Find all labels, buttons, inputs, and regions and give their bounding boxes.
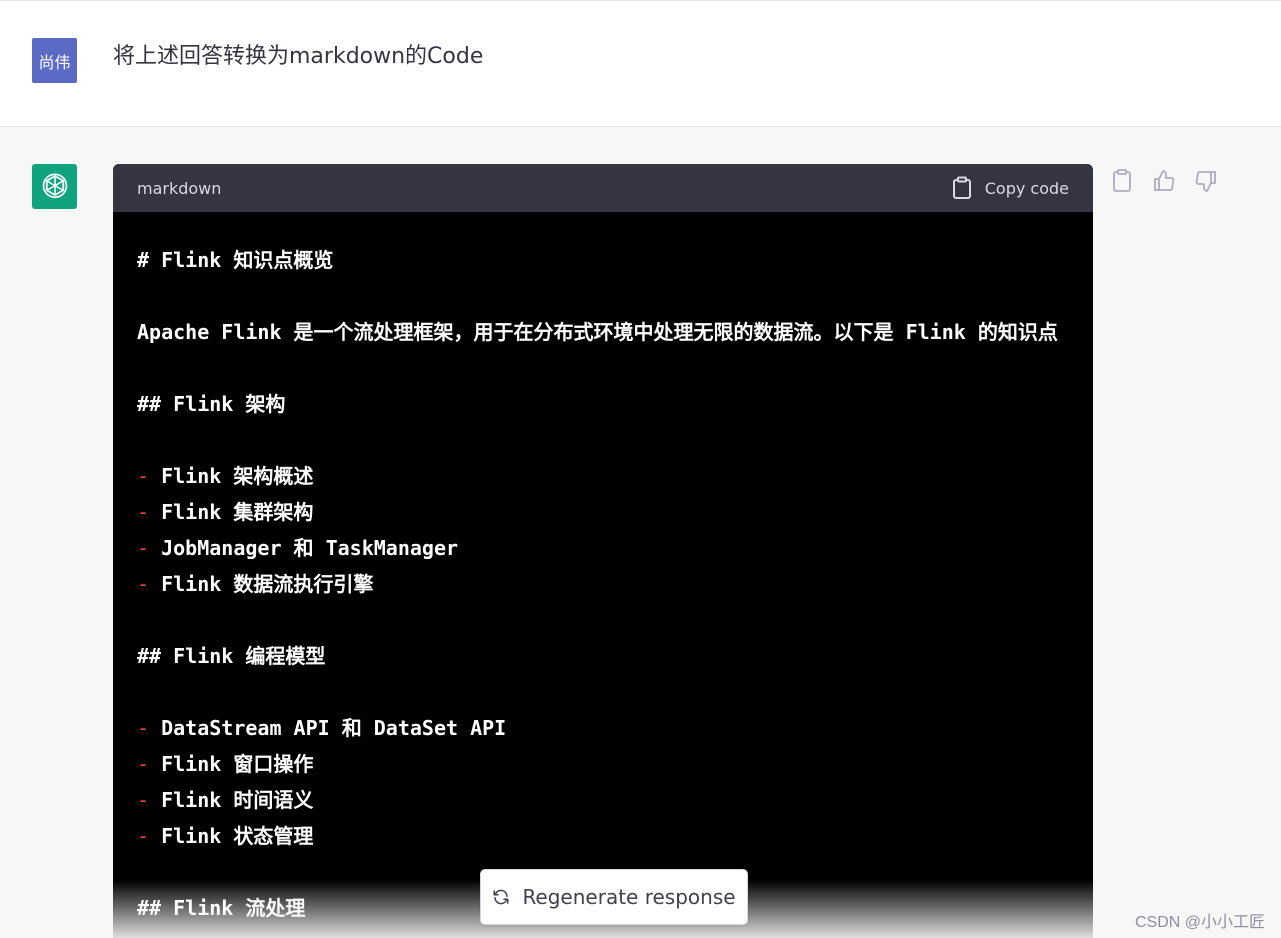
code-line: Apache Flink 是一个流处理框架，用于在分布式环境中处理无限的数据流。… [137, 314, 1069, 350]
code-line-text: # Flink 知识点概览 [137, 248, 334, 272]
code-language-label: markdown [137, 178, 222, 198]
thumbs-up-icon [1154, 170, 1175, 191]
code-block: markdown Copy code # Flink 知识点概览 Apache F… [113, 164, 1093, 938]
code-line: ## Flink 编程模型 [137, 638, 1069, 674]
code-line: # Flink 知识点概览 [137, 242, 1069, 278]
list-dash: - [137, 572, 150, 596]
csdn-watermark: CSDN @小小工匠 [1134, 914, 1265, 931]
list-dash: - [137, 824, 150, 848]
code-line: - Flink 时间语义 [137, 782, 1069, 818]
code-line: - Flink 数据流执行引擎 [137, 566, 1069, 602]
code-line-text: Flink 窗口操作 [149, 752, 314, 776]
thumbs-up-button[interactable] [1152, 168, 1176, 194]
openai-logo-icon [42, 172, 67, 198]
code-line-text: Flink 状态管理 [149, 824, 314, 848]
copy-message-button[interactable] [1110, 168, 1134, 194]
code-content: # Flink 知识点概览 Apache Flink 是一个流处理框架，用于在分布… [113, 212, 1093, 926]
code-line: - Flink 集群架构 [137, 494, 1069, 530]
list-dash: - [137, 500, 150, 524]
code-line: - Flink 架构概述 [137, 458, 1069, 494]
copy-code-label: Copy code [984, 178, 1069, 198]
code-line-text: JobManager 和 TaskManager [149, 536, 459, 560]
code-line: - Flink 状态管理 [137, 818, 1069, 854]
thumbs-down-button[interactable] [1194, 168, 1218, 194]
code-line: - JobManager 和 TaskManager [137, 530, 1069, 566]
code-line: - DataStream API 和 DataSet API [137, 710, 1069, 746]
user-avatar: 尚伟 [32, 38, 77, 83]
thumbs-down-icon [1195, 171, 1216, 192]
list-dash: - [137, 788, 150, 812]
code-line-text: DataStream API 和 DataSet API [149, 716, 507, 740]
user-message-text: 将上述回答转换为markdown的Code [113, 44, 484, 69]
list-dash: - [137, 716, 150, 740]
code-line-text: Apache Flink 是一个流处理框架，用于在分布式环境中处理无限的数据流。… [137, 320, 1058, 344]
code-line-text: ## Flink 架构 [137, 392, 286, 416]
copy-code-button[interactable]: Copy code [951, 176, 1069, 200]
assistant-avatar [32, 164, 77, 209]
regenerate-response-button[interactable]: Regenerate response [480, 869, 748, 925]
refresh-icon [493, 889, 509, 905]
clipboard-icon [952, 176, 971, 199]
clipboard-icon [1113, 169, 1131, 192]
code-line-text: ## Flink 流处理 [137, 896, 306, 920]
user-message-row: 尚伟 将上述回答转换为markdown的Code [0, 0, 1281, 127]
regenerate-label: Regenerate response [522, 885, 736, 909]
list-dash: - [137, 464, 150, 488]
message-actions [1110, 168, 1218, 194]
list-dash: - [137, 752, 150, 776]
code-line-text: Flink 数据流执行引擎 [149, 572, 374, 596]
code-line: ## Flink 架构 [137, 386, 1069, 422]
code-line: - Flink 窗口操作 [137, 746, 1069, 782]
code-line-text: ## Flink 编程模型 [137, 644, 326, 668]
code-block-header: markdown Copy code [113, 164, 1093, 212]
code-line-text: Flink 集群架构 [149, 500, 314, 524]
code-line-text: Flink 架构概述 [149, 464, 314, 488]
list-dash: - [137, 536, 150, 560]
code-line-text: Flink 时间语义 [149, 788, 314, 812]
